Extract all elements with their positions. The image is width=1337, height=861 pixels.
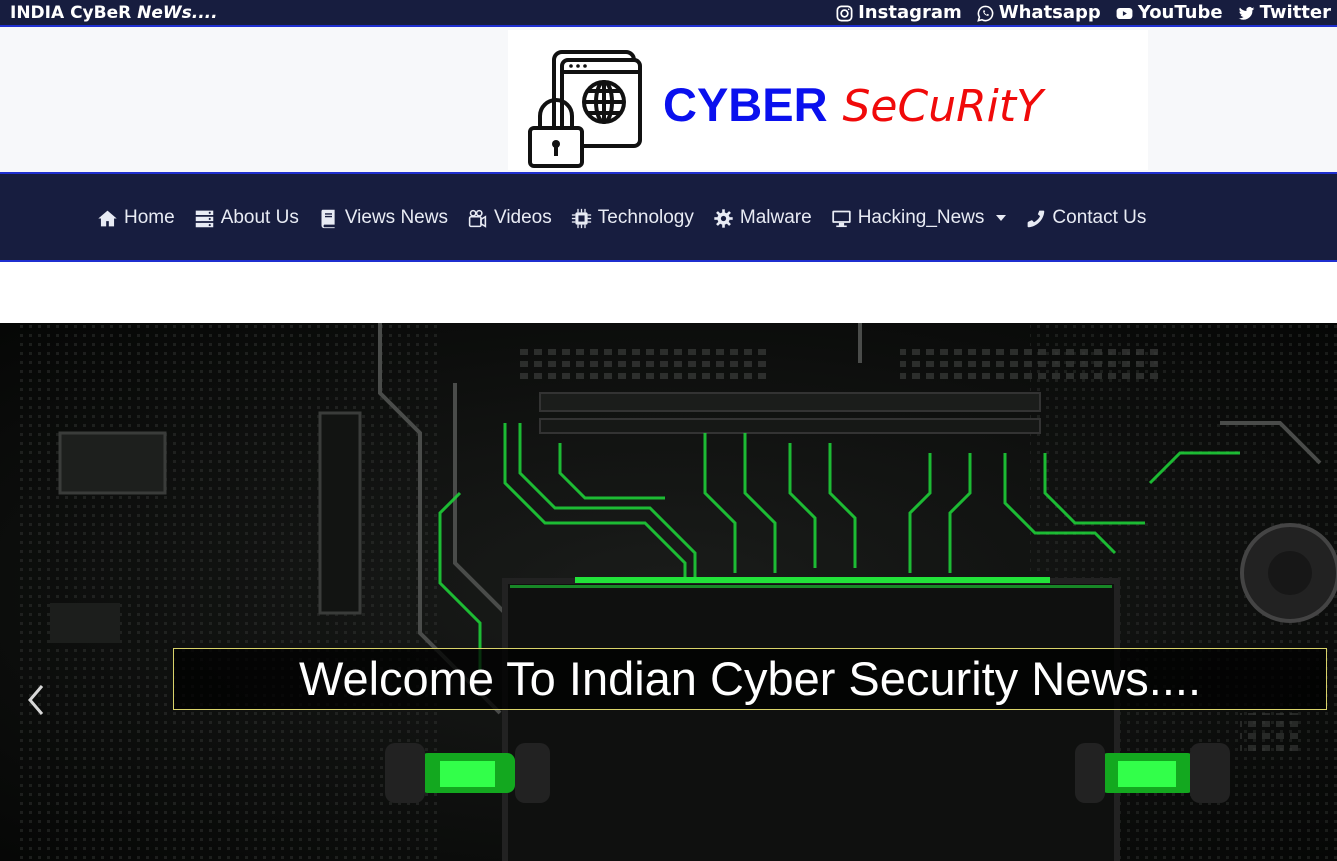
nav-label-about-us: About Us (220, 207, 299, 228)
whatsapp-label: Whatsapp (998, 2, 1101, 23)
desktop-icon (832, 210, 851, 227)
social-links: Instagram Whatsapp YouTube Twitter (835, 3, 1331, 23)
nav-item-malware[interactable]: Malware (713, 205, 812, 231)
instagram-icon (836, 5, 853, 21)
nav-list: Home About Us Views News Videos Technolo… (97, 205, 1146, 231)
top-bar: INDIA CyBeR NeWs.... Instagram Whatsapp … (0, 0, 1337, 27)
logo-wordmark: CYBER SeCuRitY (663, 75, 1043, 137)
nav-item-about-us[interactable]: About Us (194, 205, 299, 231)
tagline-italic: NeWs.... (137, 3, 218, 23)
nav-label-technology: Technology (597, 207, 694, 228)
nav-label-contact-us: Contact Us (1052, 207, 1147, 228)
tagline-main: INDIA CyBeR (10, 3, 138, 23)
logo-word-security: SeCuRitY (842, 81, 1044, 132)
twitter-link[interactable]: Twitter (1237, 3, 1331, 23)
nav-item-contact-us[interactable]: Contact Us (1025, 205, 1146, 231)
hero-carousel: Welcome To Indian Cyber Security News...… (0, 323, 1337, 861)
nav-item-views-news[interactable]: Views News (318, 205, 448, 231)
video-camera-icon (468, 209, 487, 228)
whatsapp-icon (976, 5, 994, 22)
home-icon (98, 210, 117, 226)
nav-item-home[interactable]: Home (97, 205, 175, 231)
whatsapp-link[interactable]: Whatsapp (976, 3, 1101, 23)
twitter-icon (1238, 6, 1255, 20)
chevron-down-icon (996, 215, 1007, 221)
carousel-prev-button[interactable] (22, 678, 52, 722)
nav-label-hacking-news: Hacking_News (857, 207, 985, 228)
site-header: CYBER SeCuRitY (0, 27, 1337, 172)
twitter-label: Twitter (1259, 2, 1331, 23)
nav-item-technology[interactable]: Technology (571, 205, 694, 231)
nav-label-home: Home (124, 207, 175, 228)
nav-item-videos[interactable]: Videos (467, 205, 552, 231)
globe-padlock-icon (528, 50, 642, 168)
nav-label-malware: Malware (739, 207, 812, 228)
instagram-link[interactable]: Instagram (835, 3, 962, 23)
logo-word-cyber: CYBER (663, 78, 828, 131)
chevron-left-icon (28, 685, 44, 715)
site-logo[interactable]: CYBER SeCuRitY (508, 30, 1148, 170)
phone-icon (1028, 210, 1045, 227)
server-icon (195, 210, 213, 227)
circuit-board-image (0, 323, 1337, 861)
nav-item-hacking-news[interactable]: Hacking_News (831, 205, 1007, 231)
main-nav: Home About Us Views News Videos Technolo… (0, 172, 1337, 262)
instagram-label: Instagram (858, 2, 962, 23)
nav-label-views-news: Views News (344, 207, 448, 228)
youtube-label: YouTube (1137, 2, 1223, 23)
microchip-icon (571, 208, 591, 228)
youtube-link[interactable]: YouTube (1115, 3, 1223, 23)
content-spacer (0, 262, 1337, 323)
hero-caption: Welcome To Indian Cyber Security News...… (173, 648, 1327, 710)
gear-icon (714, 208, 733, 228)
book-icon (321, 209, 335, 228)
site-tagline: INDIA CyBeR NeWs.... (10, 3, 218, 23)
youtube-icon (1116, 7, 1133, 19)
nav-label-videos: Videos (493, 207, 552, 228)
